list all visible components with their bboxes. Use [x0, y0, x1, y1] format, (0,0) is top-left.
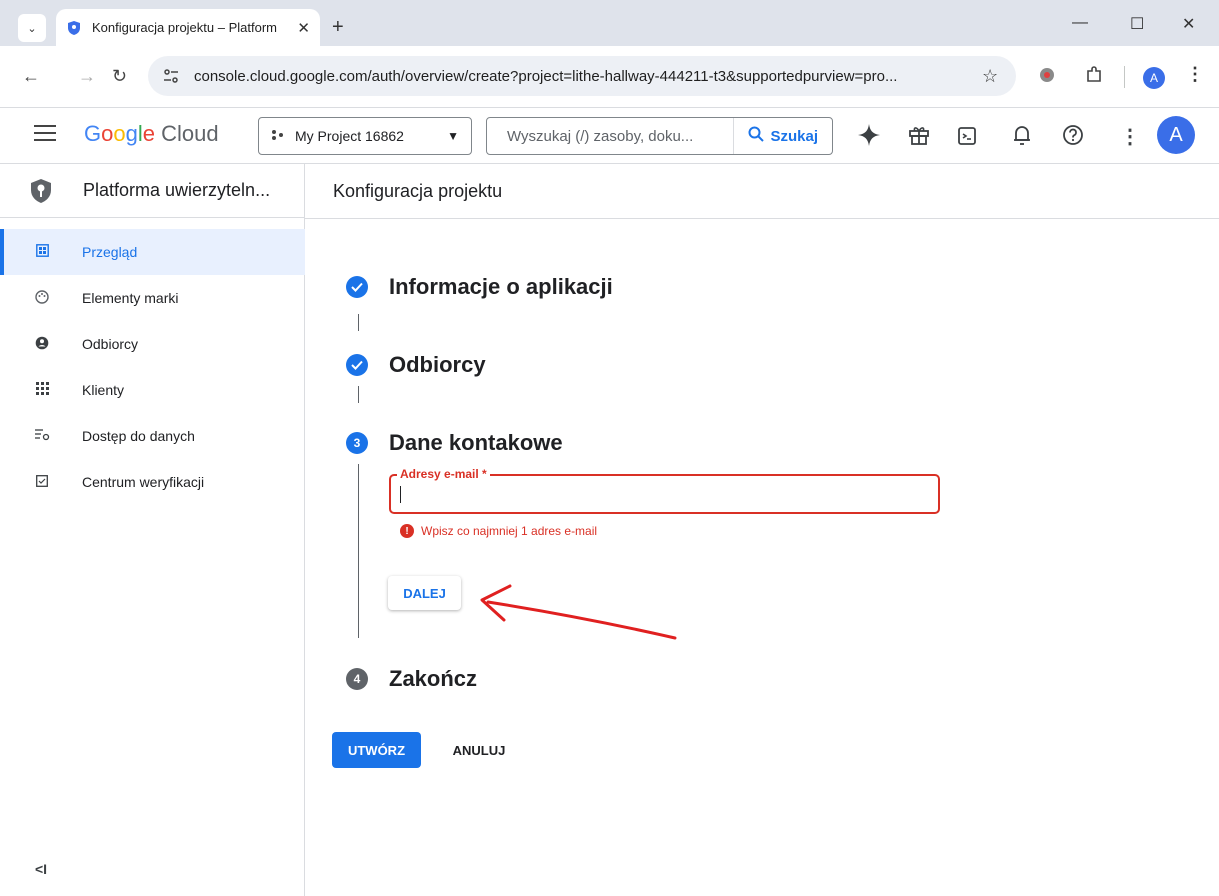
close-window-icon[interactable]: ✕	[1182, 14, 1195, 34]
step-number-badge: 3	[346, 432, 368, 454]
sidebar-item-label: Przegląd	[82, 244, 138, 260]
step-done-check-icon	[346, 354, 368, 376]
email-error-message: ! Wpisz co najmniej 1 adres e-mail	[400, 524, 597, 538]
red-annotation-arrow-icon	[480, 584, 677, 640]
sidebar-item-przeglad[interactable]: Przegląd	[0, 229, 305, 275]
error-icon: !	[400, 524, 414, 538]
dropdown-caret-icon: ▼	[447, 129, 459, 143]
account-avatar[interactable]: A	[1157, 116, 1195, 154]
url-text: console.cloud.google.com/auth/overview/c…	[194, 67, 898, 85]
email-field-label: Adresy e-mail *	[397, 467, 490, 481]
product-title: Platforma uwierzyteln...	[83, 180, 271, 200]
notifications-bell-icon[interactable]	[1012, 124, 1032, 152]
browser-tab[interactable]: Konfiguracja projektu – Platform ✕	[56, 9, 320, 46]
email-field[interactable]: Adresy e-mail *	[389, 467, 940, 514]
checkbox-icon	[34, 474, 50, 490]
step-label: Informacje o aplikacji	[389, 274, 613, 299]
more-options-icon[interactable]: ⋮	[1120, 124, 1140, 149]
tab-close-icon[interactable]: ✕	[297, 19, 310, 37]
data-settings-icon	[34, 428, 50, 444]
bookmark-star-icon[interactable]: ☆	[982, 66, 998, 87]
step-connector	[358, 464, 359, 638]
google-cloud-logo[interactable]: Google Cloud	[84, 121, 219, 147]
search-input[interactable]: Wyszukaj (/) zasoby, doku...	[487, 128, 727, 145]
grid-icon	[34, 382, 50, 398]
dashboard-icon	[34, 244, 50, 260]
product-header: Platforma uwierzyteln...	[0, 164, 305, 218]
person-icon	[34, 336, 50, 353]
back-icon[interactable]: ←	[22, 66, 40, 87]
address-bar-row: ← → ↻ console.cloud.google.com/auth/over…	[0, 46, 1219, 108]
sidebar-item-label: Klienty	[82, 382, 125, 398]
sidebar-item-dostep-do-danych[interactable]: Dostęp do danych	[0, 413, 305, 459]
extension-badge-icon[interactable]	[1038, 66, 1056, 84]
browser-profile-avatar[interactable]: A	[1143, 67, 1165, 89]
search-icon	[748, 126, 765, 146]
auth-platform-shield-icon	[31, 179, 51, 203]
forward-icon[interactable]: →	[78, 66, 96, 87]
project-name: My Project 16862	[295, 128, 404, 144]
sidebar-item-centrum-weryfikacji[interactable]: Centrum weryfikacji	[0, 459, 305, 505]
step-odbiorcy: Odbiorcy	[346, 352, 486, 378]
step-done-check-icon	[346, 276, 368, 298]
reload-icon[interactable]: ↻	[112, 66, 127, 87]
browser-menu-icon[interactable]: ⋮	[1186, 64, 1204, 85]
sidebar-item-elementy-marki[interactable]: Elementy marki	[0, 275, 305, 321]
sidebar-item-klienty[interactable]: Klienty	[0, 367, 305, 413]
search-button[interactable]: Szukaj	[733, 118, 832, 154]
project-selector[interactable]: My Project 16862 ▼	[258, 117, 472, 155]
new-tab-icon[interactable]: +	[332, 16, 344, 39]
extensions-puzzle-icon[interactable]	[1084, 65, 1104, 85]
gemini-sparkle-icon[interactable]	[858, 124, 880, 152]
step-label: Zakończ	[389, 666, 478, 691]
step-connector	[358, 386, 359, 403]
sidebar-item-label: Centrum weryfikacji	[82, 474, 205, 490]
step-number-badge: 4	[346, 668, 368, 690]
step-label: Dane kontakowe	[389, 430, 563, 455]
page-title: Konfiguracja projektu	[333, 181, 503, 201]
palette-icon	[34, 289, 50, 307]
step-dane-kontakowe: 3 Dane kontakowe	[346, 430, 563, 456]
tab-title: Konfiguracja projektu – Platform	[92, 20, 277, 35]
sidebar-item-label: Odbiorcy	[82, 336, 139, 352]
text-cursor	[400, 486, 401, 503]
sidebar-item-odbiorcy[interactable]: Odbiorcy	[0, 321, 305, 367]
maximize-icon[interactable]: ☐	[1130, 14, 1144, 34]
cancel-button[interactable]: ANULUJ	[440, 732, 518, 768]
page-title-bar: Konfiguracja projektu	[305, 164, 1219, 219]
site-settings-icon[interactable]	[162, 67, 180, 85]
console-header: Google Cloud My Project 16862 ▼ Wyszukaj…	[0, 108, 1219, 164]
toolbar-divider	[1124, 66, 1125, 88]
collapse-sidebar-icon[interactable]: <I	[35, 861, 47, 877]
main-menu-icon[interactable]	[34, 125, 56, 145]
step-label: Odbiorcy	[389, 352, 486, 377]
shield-favicon-icon	[68, 20, 80, 35]
help-icon[interactable]	[1062, 124, 1084, 152]
create-button[interactable]: UTWÓRZ	[332, 732, 421, 768]
browser-tab-bar: ⌄ Konfiguracja projektu – Platform ✕ + —…	[0, 0, 1219, 46]
sidebar-item-label: Dostęp do danych	[82, 428, 195, 444]
project-icon	[271, 128, 285, 144]
step-informacje-o-aplikacji: Informacje o aplikacji	[346, 274, 613, 300]
side-navigation: Platforma uwierzyteln... Przegląd Elemen…	[0, 164, 305, 896]
step-connector	[358, 314, 359, 331]
step-zakoncz: 4 Zakończ	[346, 666, 477, 692]
search-box[interactable]: Wyszukaj (/) zasoby, doku... Szukaj	[486, 117, 833, 155]
cloud-shell-icon[interactable]	[957, 126, 977, 152]
minimize-icon[interactable]: —	[1072, 14, 1088, 32]
tab-search-button[interactable]: ⌄	[18, 14, 46, 42]
next-button[interactable]: DALEJ	[388, 576, 461, 610]
url-bar[interactable]: console.cloud.google.com/auth/overview/c…	[148, 56, 1016, 96]
sidebar-item-label: Elementy marki	[82, 290, 179, 306]
gift-icon[interactable]	[908, 124, 930, 152]
